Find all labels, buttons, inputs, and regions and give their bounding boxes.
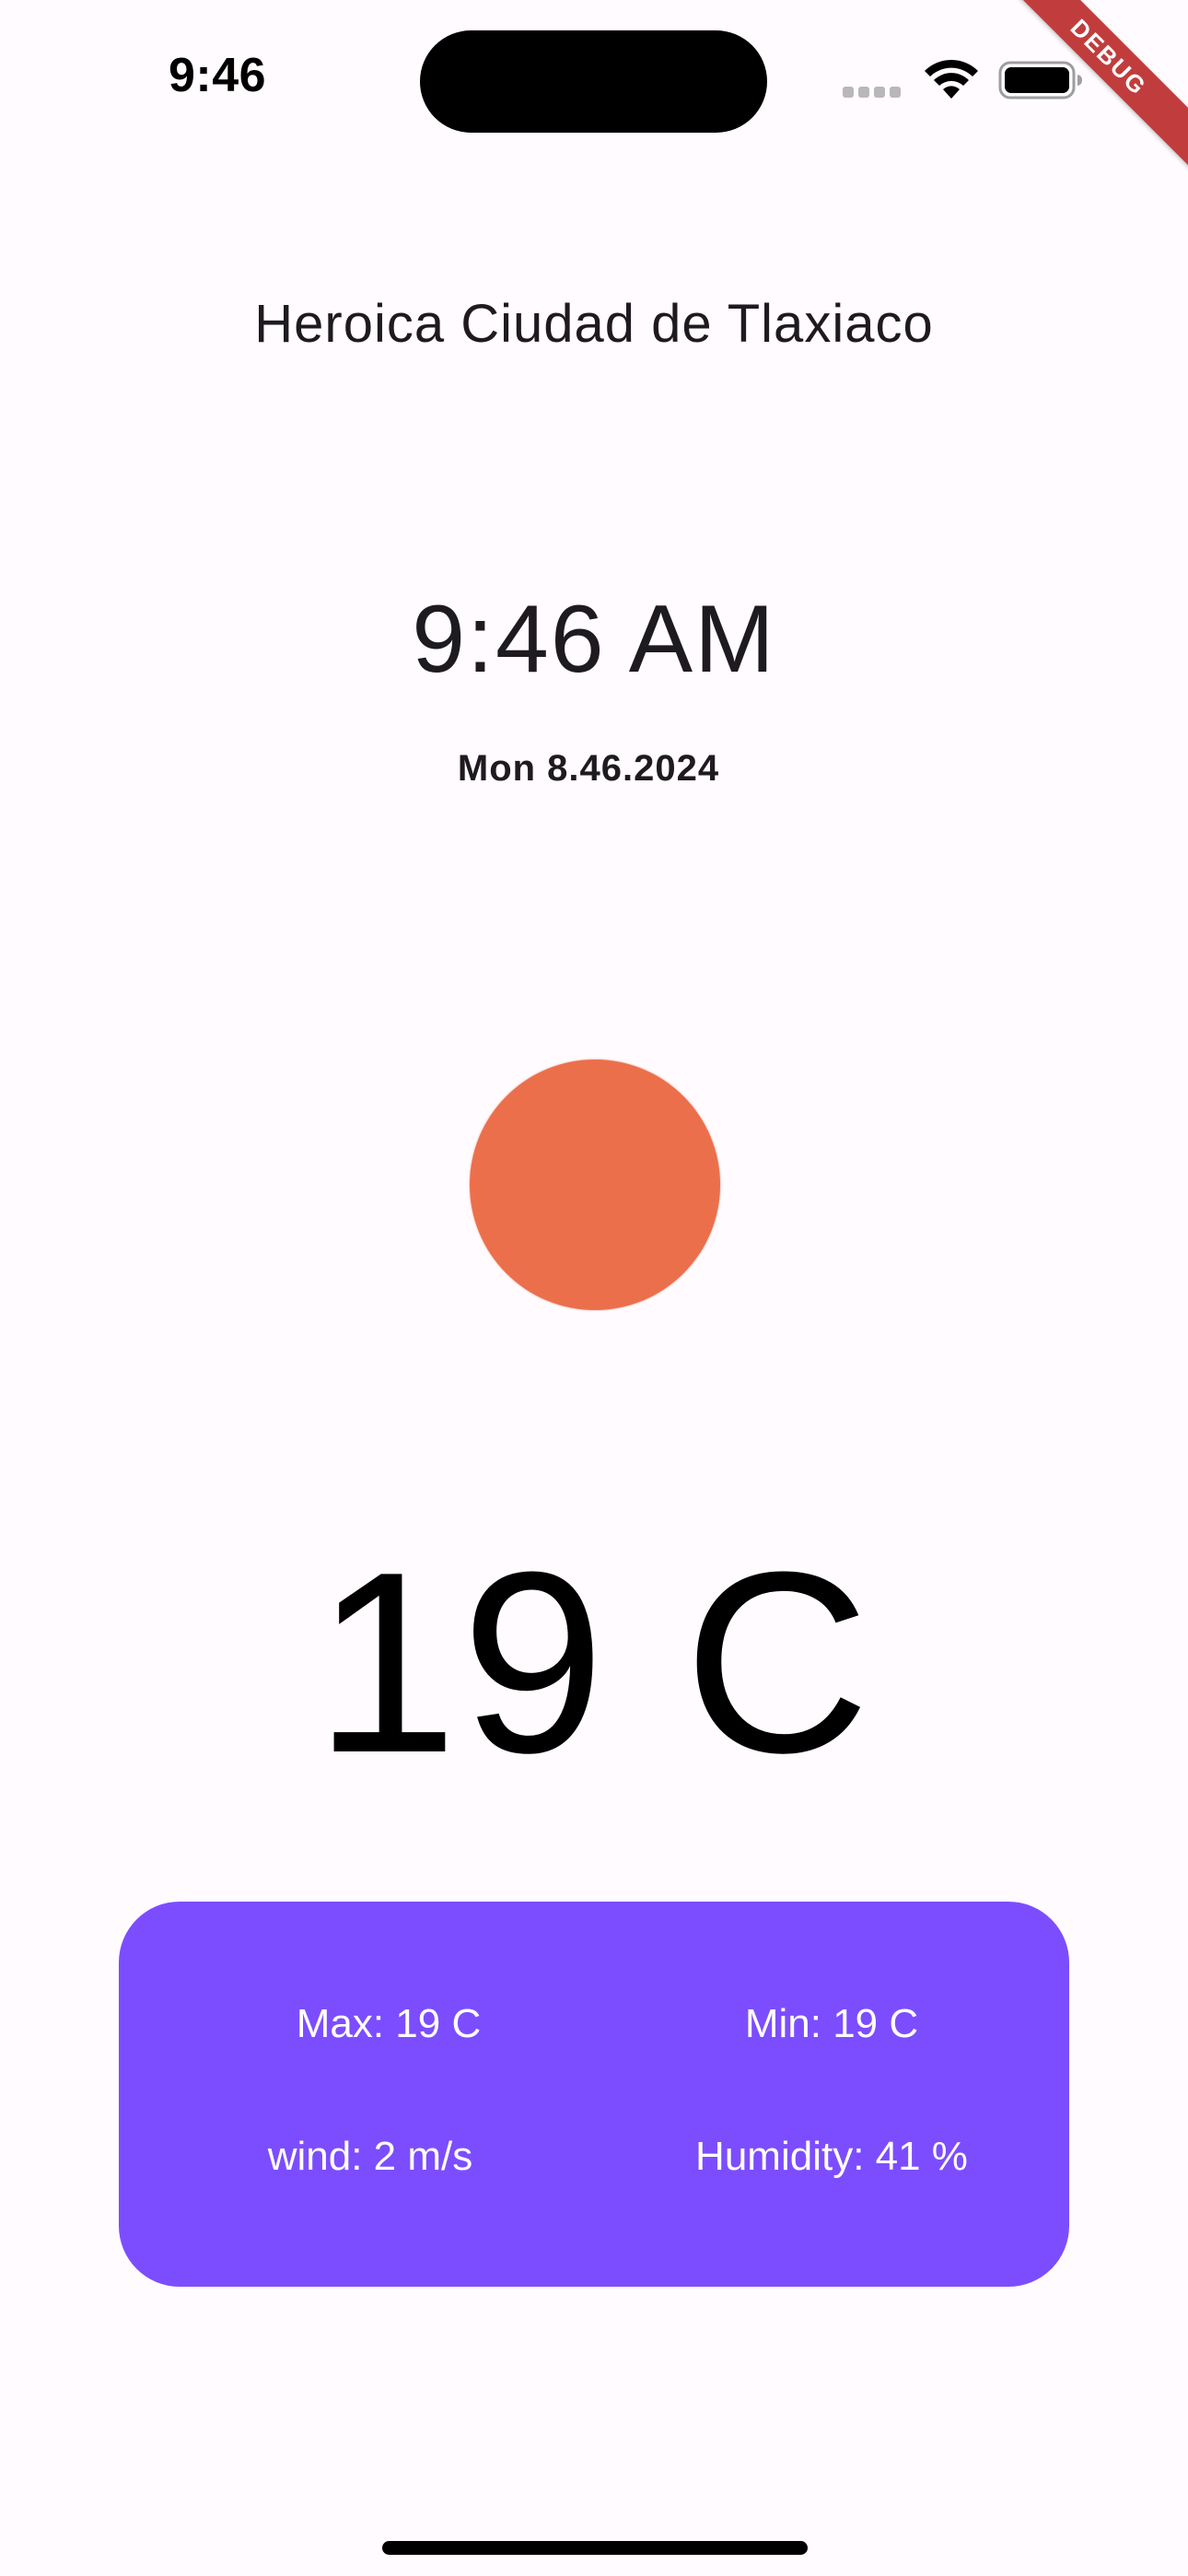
max-temperature: Max: 19 C — [296, 2001, 482, 2046]
details-row: Max: 19 C Min: 19 C — [119, 2001, 1069, 2047]
weather-condition-icon — [470, 1060, 720, 1310]
home-indicator[interactable] — [382, 2541, 808, 2555]
cellular-signal-icon — [843, 87, 901, 98]
min-temperature: Min: 19 C — [744, 2001, 919, 2046]
humidity: Humidity: 41 % — [695, 2134, 968, 2179]
dynamic-island — [420, 30, 767, 133]
current-date: Mon 8.46.2024 — [457, 748, 720, 789]
weather-screen: 9:46 DEBUG Heroica Ciudad de Tlaxiaco 9:… — [0, 0, 1188, 2576]
wind-speed: wind: 2 m/s — [267, 2134, 473, 2179]
city-name: Heroica Ciudad de Tlaxiaco — [254, 294, 934, 354]
battery-icon — [998, 61, 1082, 100]
temperature: 19 C — [314, 1519, 874, 1807]
weather-details-card: Max: 19 C Min: 19 C wind: 2 m/s Humidity… — [119, 1902, 1069, 2287]
details-row: wind: 2 m/s Humidity: 41 % — [119, 2134, 1069, 2180]
status-bar-time: 9:46 — [169, 49, 267, 102]
wifi-icon — [925, 59, 978, 99]
current-time: 9:46 AM — [412, 586, 776, 693]
